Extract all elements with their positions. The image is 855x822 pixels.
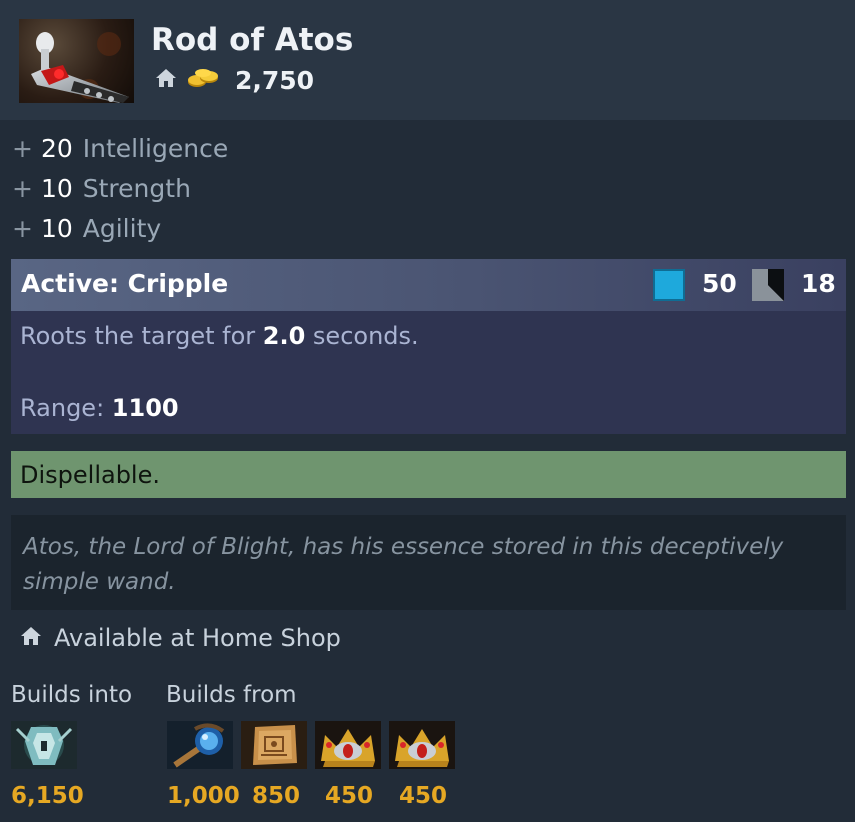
mana-cost-icon [653, 269, 685, 301]
stat-label: Strength [82, 173, 191, 203]
mana-cost-value: 50 [702, 269, 737, 298]
gold-coins-icon [187, 67, 221, 93]
dispellable-note: Dispellable. [11, 451, 846, 498]
rod-of-atos-image [19, 19, 134, 103]
item-price-row: 2,750 [155, 64, 314, 96]
builds-into-label: Builds into [11, 682, 133, 708]
builds-from-price: 450 [325, 783, 374, 809]
shop-text: Available at Home Shop [54, 624, 341, 652]
cooldown-value: 18 [801, 269, 836, 298]
stat-list: + 20 Intelligence + 10 Strength + 10 Agi… [12, 128, 228, 248]
shop-availability: Available at Home Shop [20, 622, 341, 654]
item-header: Rod of Atos 2,750 [0, 0, 855, 120]
stat-label: Agility [82, 213, 162, 243]
stat-value: 10 [40, 213, 73, 243]
range-value: 1100 [111, 394, 179, 422]
home-icon [20, 624, 42, 652]
builds-into-price: 6,150 [11, 783, 84, 809]
builds-from-label: Builds from [166, 682, 297, 708]
cooldown-icon [752, 269, 784, 301]
builds-from-price: 850 [252, 783, 301, 809]
builds-from-price: 1,000 [167, 783, 240, 809]
item-cost: 2,750 [235, 65, 315, 95]
staff-of-wizardry-icon[interactable] [167, 721, 233, 769]
stat-row: + 10 Strength [12, 173, 191, 203]
root-duration: 2.0 [262, 322, 306, 350]
active-ability-header: Active: Cripple 50 18 [11, 259, 846, 311]
stat-value: 20 [40, 133, 73, 163]
recipe-scroll-icon[interactable] [241, 721, 307, 769]
active-ability-title: Active: Cripple [21, 269, 229, 298]
crown-icon[interactable] [389, 721, 455, 769]
ability-description: Roots the target for 2.0 seconds. [20, 322, 419, 350]
stat-row: + 10 Agility [12, 213, 162, 243]
stat-label: Intelligence [82, 133, 229, 163]
active-ability-panel: Active: Cripple 50 18 Roots the target f… [11, 259, 846, 434]
stat-row: + 20 Intelligence [12, 133, 229, 163]
crown-icon[interactable] [315, 721, 381, 769]
ability-range: Range: 1100 [20, 394, 179, 422]
item-lore: Atos, the Lord of Blight, has his essenc… [11, 515, 846, 610]
stat-value: 10 [40, 173, 73, 203]
home-icon [155, 68, 177, 92]
gleipnir-item-icon[interactable] [11, 721, 77, 769]
builds-from-price: 450 [399, 783, 448, 809]
item-title: Rod of Atos [151, 22, 354, 58]
